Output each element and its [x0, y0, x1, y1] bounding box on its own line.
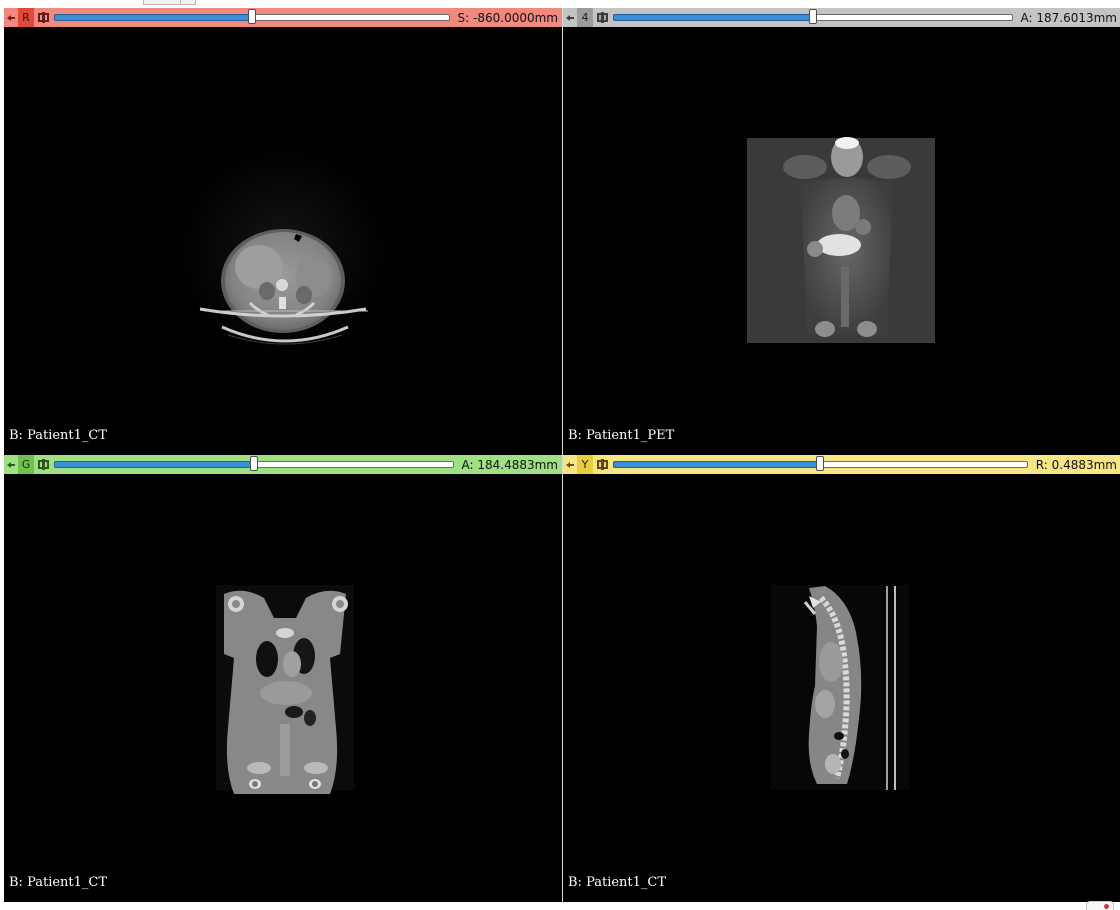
pin-icon[interactable]: [563, 455, 577, 474]
slider-fill: [613, 461, 821, 468]
slice-view-gray[interactable]: 4 A: 187.6013mm B: Patient1_PET: [563, 8, 1120, 455]
view-layer-label: B: Patient1_PET: [568, 428, 675, 443]
slider-fill: [54, 461, 254, 468]
view-name-letter: G: [18, 455, 34, 474]
slider-fill: [54, 14, 252, 21]
view-controls-menu-icon[interactable]: [593, 455, 611, 474]
view-layer-label: B: Patient1_CT: [568, 875, 667, 890]
slice-controller-bar-yellow: Y R: 0.4883mm: [563, 455, 1120, 474]
toolbar-tab-stub[interactable]: [143, 0, 181, 5]
slice-offset-slider[interactable]: [613, 455, 1028, 474]
slider-thumb[interactable]: [247, 9, 256, 24]
record-indicator-icon: [1104, 904, 1109, 909]
view-layer-label: B: Patient1_CT: [9, 428, 108, 443]
slice-viewer-app: R S: -860.0000mm B: Patient1_CT 4 A: 187…: [0, 0, 1120, 910]
slice-controller-bar-gray: 4 A: 187.6013mm: [563, 8, 1120, 27]
slider-thumb[interactable]: [808, 9, 817, 24]
slice-offset-slider[interactable]: [613, 8, 1013, 27]
view-controls-menu-icon[interactable]: [34, 455, 52, 474]
top-toolbar-edge: [0, 0, 1120, 8]
slider-thumb[interactable]: [249, 456, 258, 471]
sagittal-ct-scan-image: [563, 474, 1120, 902]
slider-thumb[interactable]: [816, 456, 825, 471]
slice-offset-value[interactable]: S: -860.0000mm: [453, 8, 562, 27]
slice-offset-slider[interactable]: [54, 8, 450, 27]
view-layer-label: B: Patient1_CT: [9, 875, 108, 890]
slice-view-yellow[interactable]: Y R: 0.4883mm B: Patient1_CT: [563, 455, 1120, 902]
status-corner-icon[interactable]: [1086, 901, 1114, 910]
slice-view-green[interactable]: G A: 184.4883mm B: Patient1_CT: [4, 455, 562, 902]
view-name-letter: R: [18, 8, 34, 27]
slice-offset-value[interactable]: A: 187.6013mm: [1016, 8, 1120, 27]
four-up-layout: R S: -860.0000mm B: Patient1_CT 4 A: 187…: [4, 8, 1120, 902]
slider-fill: [613, 14, 813, 21]
axial-ct-scan-image: [4, 27, 562, 455]
coronal-pet-scan-image: [563, 27, 1120, 455]
pin-icon[interactable]: [4, 8, 18, 27]
view-controls-menu-icon[interactable]: [34, 8, 52, 27]
pin-icon[interactable]: [563, 8, 577, 27]
slice-controller-bar-green: G A: 184.4883mm: [4, 455, 562, 474]
toolbar-tab-stub-small[interactable]: [180, 0, 196, 5]
view-controls-menu-icon[interactable]: [593, 8, 611, 27]
slice-view-red[interactable]: R S: -860.0000mm B: Patient1_CT: [4, 8, 562, 455]
slice-offset-slider[interactable]: [54, 455, 454, 474]
view-name-letter: Y: [577, 455, 593, 474]
pin-icon[interactable]: [4, 455, 18, 474]
coronal-ct-scan-image: [4, 474, 562, 902]
slice-offset-value[interactable]: A: 184.4883mm: [457, 455, 562, 474]
slice-offset-value[interactable]: R: 0.4883mm: [1031, 455, 1120, 474]
slice-controller-bar-red: R S: -860.0000mm: [4, 8, 562, 27]
view-name-letter: 4: [577, 8, 593, 27]
